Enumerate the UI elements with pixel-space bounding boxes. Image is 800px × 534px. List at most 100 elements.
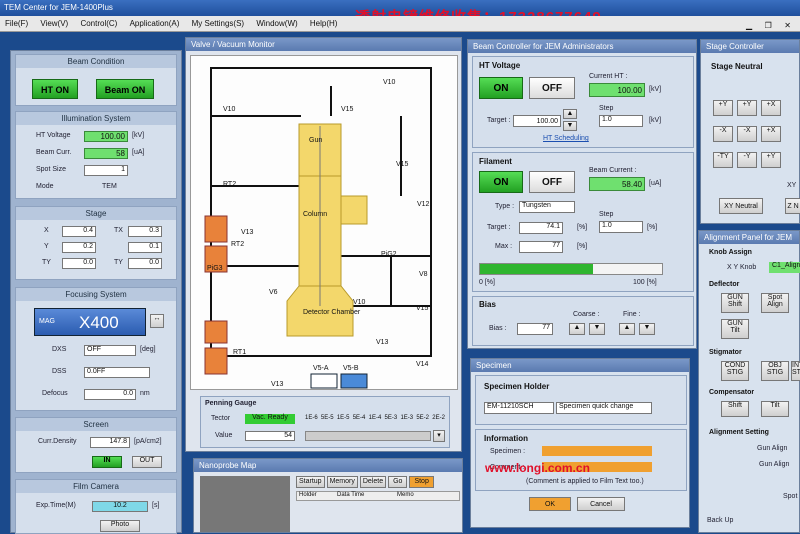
quick-change-select[interactable]: Specimen quick change xyxy=(556,402,652,414)
valve-label: V6 xyxy=(269,289,278,296)
fine-down-button[interactable]: ▼ xyxy=(639,323,655,335)
filament-off-toggle[interactable]: OFF xyxy=(529,171,575,193)
exposure-value[interactable]: 10.2 xyxy=(92,501,148,512)
filament-on-toggle[interactable]: ON xyxy=(479,171,523,193)
comp-shift-button[interactable]: Shift xyxy=(721,401,749,417)
alignment-item[interactable]: Spot xyxy=(783,493,797,500)
nanoprobe-map-view[interactable] xyxy=(200,476,290,532)
menu-file[interactable]: File(F) xyxy=(0,16,33,31)
menu-application[interactable]: Application(A) xyxy=(125,16,185,31)
gun-tilt-button[interactable]: GUN Tilt xyxy=(721,319,749,339)
menu-window[interactable]: Window(W) xyxy=(251,16,302,31)
valve-label: RT2 xyxy=(231,241,244,248)
stop-button[interactable]: Stop xyxy=(409,476,434,488)
stage-move-button[interactable]: +Y xyxy=(713,100,733,116)
spot-align-button[interactable]: Spot Align xyxy=(761,293,789,313)
stage-move-button[interactable]: -X xyxy=(713,126,733,142)
filament-max-field[interactable]: 77 xyxy=(519,241,563,253)
mag-value: X400 xyxy=(79,313,119,332)
column-header: Holder xyxy=(299,492,317,498)
z-neutral-button[interactable]: Z N xyxy=(785,198,800,214)
screen-in-button[interactable]: IN xyxy=(92,456,122,468)
fine-up-button[interactable]: ▲ xyxy=(619,323,635,335)
int-stig-button[interactable]: INT STIG xyxy=(791,361,800,381)
dss-select[interactable]: 0.0FF xyxy=(84,367,150,378)
coarse-down-button[interactable]: ▼ xyxy=(589,323,605,335)
progress-fill xyxy=(480,264,593,274)
alignment-item[interactable]: Gun Align xyxy=(757,445,787,452)
window-title: Stage Controller xyxy=(701,40,799,53)
stage-move-button[interactable]: +X xyxy=(761,126,781,142)
filament-type-select[interactable]: Tungsten xyxy=(519,201,575,213)
stage-move-button[interactable]: +Y xyxy=(761,152,781,168)
ht-on-button[interactable]: HT ON xyxy=(32,79,78,99)
window-title: Specimen xyxy=(471,359,689,372)
close-icon[interactable]: ✕ xyxy=(779,18,796,33)
photo-button[interactable]: Photo xyxy=(100,520,140,532)
mag-toggle-button[interactable]: ↔ xyxy=(150,314,164,328)
stage-move-button[interactable]: -TY xyxy=(713,152,733,168)
pct-unit: [%] xyxy=(577,243,588,250)
ht-off-toggle[interactable]: OFF xyxy=(529,77,575,99)
ht-target-down-button[interactable]: ▼ xyxy=(563,121,577,131)
stage-move-button[interactable]: +X xyxy=(761,100,781,116)
pct-unit: [%] xyxy=(647,224,658,231)
gun-shift-button[interactable]: GUN Shift xyxy=(721,293,749,313)
ht-target-field[interactable]: 100.00 xyxy=(513,115,561,127)
memory-button[interactable]: Memory xyxy=(326,476,358,488)
chevron-down-icon[interactable]: ▾ xyxy=(433,430,445,442)
minimize-icon[interactable]: ▁ xyxy=(741,18,757,33)
column-label: Column xyxy=(303,211,327,218)
restore-icon[interactable]: ❐ xyxy=(760,18,777,33)
menu-view[interactable]: View(V) xyxy=(35,16,73,31)
stage-neutral-label: Stage Neutral xyxy=(711,62,763,71)
beam-on-button[interactable]: Beam ON xyxy=(96,79,154,99)
xy-label: XY xyxy=(787,182,797,189)
obj-stig-button[interactable]: OBJ STIG xyxy=(761,361,789,381)
ht-target-up-button[interactable]: ▲ xyxy=(563,109,577,119)
scale-tick: 5E-4 xyxy=(352,415,366,421)
stage-move-button[interactable]: -Y xyxy=(737,152,757,168)
beam-unit: [uA] xyxy=(132,149,145,156)
kv-unit: [kV] xyxy=(649,117,662,124)
valve-label: V13 xyxy=(241,229,254,236)
menu-bar: File(F) View(V) Control(C) Application(A… xyxy=(0,16,800,32)
spot-size-field[interactable]: 1 xyxy=(84,165,128,176)
current-density-value: 147.8 xyxy=(90,437,130,448)
bias-value: 77 xyxy=(517,323,553,335)
xy-neutral-button[interactable]: XY Neutral xyxy=(719,198,763,214)
startup-button[interactable]: Startup xyxy=(296,476,325,488)
cancel-button[interactable]: Cancel xyxy=(577,497,625,511)
menu-help[interactable]: Help(H) xyxy=(305,16,343,31)
ht-voltage-label: HT Voltage xyxy=(36,132,71,139)
alignment-item[interactable]: Gun Align xyxy=(759,461,789,468)
comp-tilt-button[interactable]: Tilt xyxy=(761,401,789,417)
knob-value[interactable]: C1_Align xyxy=(769,262,800,273)
ht-step-select[interactable]: 1.0 xyxy=(599,115,643,127)
ok-button[interactable]: OK xyxy=(529,497,571,511)
menu-my-settings[interactable]: My Settings(S) xyxy=(187,16,249,31)
watermark-url: www.longi.com.cn xyxy=(485,461,590,475)
ht-on-toggle[interactable]: ON xyxy=(479,77,523,99)
valve-label: V14 xyxy=(416,361,429,368)
valve-label: V12 xyxy=(417,201,430,208)
ht-scheduling-link[interactable]: HT Scheduling xyxy=(543,135,589,142)
filament-step-select[interactable]: 1.0 xyxy=(599,221,643,233)
go-button[interactable]: Go xyxy=(388,476,408,488)
ua-unit: [uA] xyxy=(649,180,662,187)
stage-move-button[interactable]: +Y xyxy=(737,100,757,116)
knob-label: X Y Knob xyxy=(727,264,757,271)
group-title: Illumination System xyxy=(16,112,176,125)
coarse-up-button[interactable]: ▲ xyxy=(569,323,585,335)
dxs-select[interactable]: OFF xyxy=(84,345,136,356)
stage-move-button[interactable]: -X xyxy=(737,126,757,142)
filament-group: Filament ON OFF Beam Current : 58.40 [uA… xyxy=(472,152,694,292)
screen-out-button[interactable]: OUT xyxy=(132,456,162,468)
app-title: TEM Center for JEM-1400Plus xyxy=(4,3,113,12)
specimen-input[interactable] xyxy=(542,446,652,456)
menu-control[interactable]: Control(C) xyxy=(75,16,122,31)
cond-stig-button[interactable]: COND STIG xyxy=(721,361,749,381)
specimen-label: Specimen : xyxy=(490,448,526,455)
delete-button[interactable]: Delete xyxy=(359,476,387,488)
filament-target-field[interactable]: 74.1 xyxy=(519,222,563,234)
